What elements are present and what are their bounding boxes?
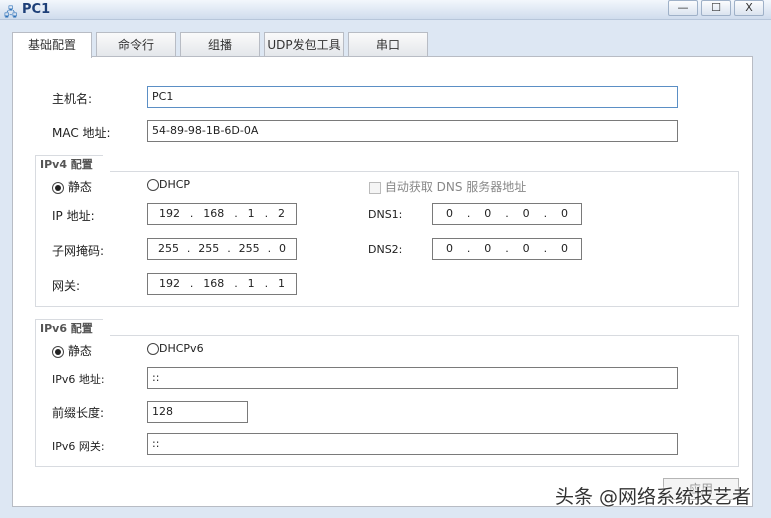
radio-icon — [147, 179, 159, 191]
ipv4-dhcp-radio[interactable]: DHCP — [147, 178, 190, 191]
octet: 0 — [445, 242, 453, 255]
static-label: 静态 — [67, 180, 92, 194]
title-bar: 🖧 PC1 — ☐ X — [0, 0, 771, 20]
pc-icon: 🖧 — [4, 5, 18, 19]
octet: 192 — [158, 207, 180, 220]
octet: 1 — [247, 277, 255, 290]
tab-udp-tool[interactable]: UDP发包工具 — [264, 32, 344, 57]
octet: 0 — [560, 207, 568, 220]
auto-dns-checkbox[interactable]: 自动获取 DNS 服务器地址 — [369, 178, 526, 195]
ipv6-gateway-input[interactable]: :: — [147, 433, 678, 455]
ipv4-static-radio[interactable]: 静态 — [52, 178, 92, 195]
octet: 0 — [445, 207, 453, 220]
maximize-button[interactable]: ☐ — [701, 0, 731, 16]
auto-dns-label: 自动获取 DNS 服务器地址 — [384, 180, 527, 194]
ipv6-group-line — [110, 335, 739, 336]
ipv6-static-radio[interactable]: 静态 — [52, 342, 92, 359]
dhcp-label: DHCP — [159, 178, 191, 191]
tab-serial[interactable]: 串口 — [348, 32, 428, 57]
checkbox-icon — [369, 181, 381, 194]
ipv6-dhcp-radio[interactable]: DHCPv6 — [147, 342, 204, 355]
ip-label: IP 地址: — [52, 209, 95, 223]
ipv4-group-line — [110, 171, 739, 172]
ipv6-gateway-label: IPv6 网关: — [52, 440, 105, 453]
octet: 255 — [238, 242, 260, 255]
gateway-input[interactable]: 192. 168. 1. 1 — [147, 273, 297, 295]
mask-input[interactable]: 255. 255. 255. 0 — [147, 238, 297, 260]
hostname-label: 主机名: — [52, 92, 93, 106]
dns2-input[interactable]: 0.0.0.0 — [432, 238, 582, 260]
octet: 255 — [198, 242, 220, 255]
watermark: 头条 @网络系统技艺者 — [555, 486, 752, 508]
mac-input[interactable]: 54-89-98-1B-6D-0A — [147, 120, 678, 142]
ipv6-address-label: IPv6 地址: — [52, 373, 105, 386]
tab-command-line[interactable]: 命令行 — [96, 32, 176, 57]
octet: 192 — [158, 277, 180, 290]
ip-input[interactable]: 192. 168. 1. 2 — [147, 203, 297, 225]
window-title: PC1 — [22, 2, 51, 17]
radio-selected-icon — [52, 345, 64, 358]
dns1-label: DNS1: — [368, 208, 403, 221]
mac-label: MAC 地址: — [52, 126, 111, 140]
ipv6-group-title: IPv6 配置 — [35, 319, 103, 337]
dns1-input[interactable]: 0.0.0.0 — [432, 203, 582, 225]
gateway-label: 网关: — [52, 279, 81, 293]
octet: 255 — [157, 242, 179, 255]
octet: 0 — [560, 242, 568, 255]
radio-icon — [147, 343, 159, 355]
hostname-input[interactable]: PC1 — [147, 86, 678, 108]
tab-basic-config[interactable]: 基础配置 — [12, 32, 92, 58]
octet: 1 — [277, 277, 285, 290]
octet: 0 — [484, 242, 492, 255]
close-button[interactable]: X — [734, 0, 764, 16]
prefix-length-label: 前缀长度: — [52, 406, 105, 420]
mask-label: 子网掩码: — [52, 244, 105, 258]
octet: 1 — [247, 207, 255, 220]
octet: 2 — [277, 207, 285, 220]
octet: 0 — [484, 207, 492, 220]
tab-multicast[interactable]: 组播 — [180, 32, 260, 57]
ipv6-address-input[interactable]: :: — [147, 367, 678, 389]
octet: 0 — [522, 242, 530, 255]
octet: 0 — [522, 207, 530, 220]
static-label: 静态 — [67, 344, 92, 358]
dhcpv6-label: DHCPv6 — [159, 342, 204, 355]
ipv4-group-title: IPv4 配置 — [35, 155, 103, 173]
radio-selected-icon — [52, 181, 64, 194]
octet: 168 — [203, 277, 225, 290]
prefix-length-input[interactable]: 128 — [147, 401, 248, 423]
octet: 0 — [278, 242, 286, 255]
dns2-label: DNS2: — [368, 243, 403, 256]
octet: 168 — [203, 207, 225, 220]
minimize-button[interactable]: — — [668, 0, 698, 16]
